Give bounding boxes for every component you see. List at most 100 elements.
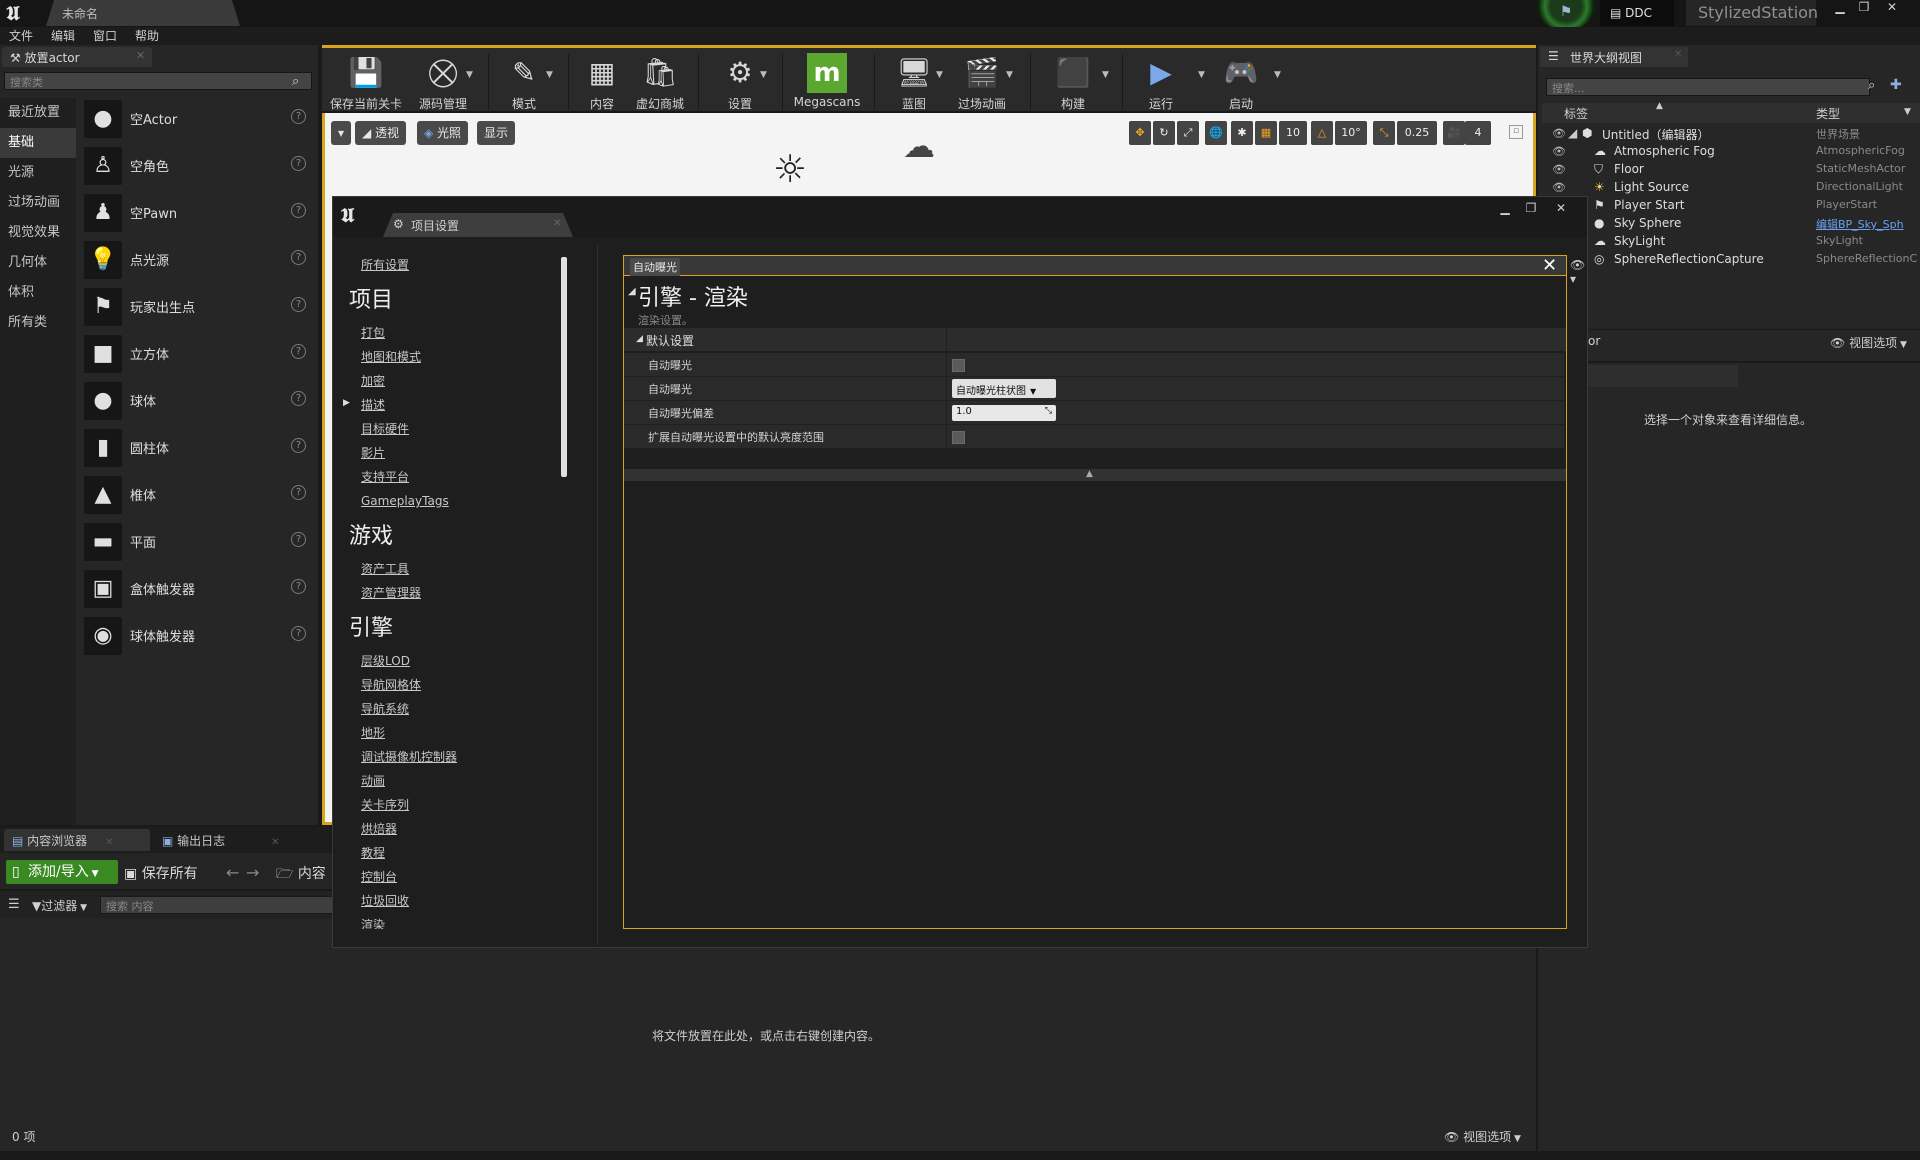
add-actor-icon[interactable]: ✚	[1890, 77, 1902, 93]
actor-item-plane[interactable]: ▬ 平面?	[78, 518, 316, 565]
tab-close-icon[interactable]: ✕	[553, 218, 561, 229]
drag-spinner-icon[interactable]: ⤡	[1045, 406, 1052, 416]
settings-nav-scrollbar[interactable]	[561, 257, 567, 477]
tab-content-browser[interactable]: ▤ 内容浏览器 ✕	[4, 829, 150, 851]
rotation-snap-value[interactable]: 10°	[1335, 121, 1367, 145]
help-icon[interactable]: ?	[291, 344, 306, 359]
help-icon[interactable]: ?	[291, 438, 306, 453]
auto-exposure-bias-input[interactable]: 1.0 ⤡	[952, 405, 1056, 421]
place-actors-tab[interactable]: ⚒ 放置actor	[2, 47, 152, 67]
nav-movies[interactable]: 影片	[361, 441, 541, 465]
actor-item-cube[interactable]: ■ 立方体?	[78, 330, 316, 377]
extend-luminance-range-checkbox[interactable]	[952, 431, 965, 444]
collapse-arrow-icon[interactable]: ◢	[628, 286, 636, 297]
column-type-header[interactable]: 类型	[1816, 105, 1840, 122]
rotate-tool-icon[interactable]: ↻	[1153, 121, 1175, 145]
grid-snap-value[interactable]: 10	[1279, 121, 1307, 145]
maximize-icon[interactable]: ❐	[1852, 0, 1876, 16]
outliner-row-light-source[interactable]: 👁 ☀ Light Source DirectionalLight	[1542, 179, 1920, 197]
modes-dropdown-icon[interactable]: ▼	[546, 70, 553, 80]
nav-landscape[interactable]: 地形	[361, 721, 541, 745]
settings-button[interactable]: ⚙ 设置	[712, 53, 768, 113]
nav-animation[interactable]: 动画	[361, 769, 541, 793]
history-back-icon[interactable]: ←	[226, 863, 239, 882]
marketplace-button[interactable]: 🛍 虚幻商城	[632, 53, 688, 113]
play-button[interactable]: ▶ 运行	[1130, 53, 1192, 113]
cinematics-dropdown-icon[interactable]: ▼	[1006, 70, 1013, 80]
actor-item-empty-actor[interactable]: ● 空Actor?	[78, 95, 316, 142]
nav-console[interactable]: 控制台	[361, 865, 541, 889]
nav-navmesh[interactable]: 导航网格体	[361, 673, 541, 697]
actor-item-cone[interactable]: ▲ 椎体?	[78, 471, 316, 518]
nav-encryption[interactable]: 加密	[361, 369, 541, 393]
nav-packaging[interactable]: 打包	[361, 321, 541, 345]
scale-snap-icon[interactable]: ⤡	[1373, 121, 1395, 145]
filters-button[interactable]: ▼过滤器 ▼	[32, 897, 87, 914]
nav-tutorials[interactable]: 教程	[361, 841, 541, 865]
project-settings-tab[interactable]: ⚙ 项目设置 ✕	[383, 213, 573, 237]
help-icon[interactable]: ?	[291, 485, 306, 500]
blueprints-dropdown-icon[interactable]: ▼	[936, 70, 943, 80]
edit-blueprint-link[interactable]: 编辑BP_Sky_Sph	[1816, 216, 1904, 232]
translate-tool-icon[interactable]: ✥	[1129, 121, 1151, 145]
perspective-button[interactable]: ◢ 透视	[355, 121, 407, 145]
nav-description[interactable]: 描述	[361, 393, 541, 417]
outliner-row-player-start[interactable]: ⚑ Player Start PlayerStart	[1542, 197, 1920, 215]
actor-item-cylinder[interactable]: ▮ 圆柱体?	[78, 424, 316, 471]
outliner-row-sky-sphere[interactable]: ● Sky Sphere 编辑BP_Sky_Sph	[1542, 215, 1920, 233]
expand-arrow-icon[interactable]: ▶	[343, 398, 350, 408]
cinematics-button[interactable]: 🎬 过场动画	[950, 53, 1014, 113]
tab-close-icon[interactable]: ✕	[105, 837, 113, 848]
nav-asset-tools[interactable]: 资产工具	[361, 557, 541, 581]
sources-toggle-icon[interactable]: ☰	[8, 897, 20, 912]
place-actors-search-input[interactable]: 搜索类	[4, 72, 312, 90]
viewport-options-dropdown-icon[interactable]: ▾	[331, 121, 351, 145]
nav-target-hardware[interactable]: 目标硬件	[361, 417, 541, 441]
source-control-status-icon[interactable]: ⚑	[1556, 4, 1576, 22]
actor-item-sphere-trigger[interactable]: ◉ 球体触发器?	[78, 612, 316, 659]
nav-garbage-collection[interactable]: 垃圾回收	[361, 889, 541, 913]
auto-exposure-method-dropdown[interactable]: 自动曝光柱状图 ▼	[952, 379, 1056, 398]
settings-search-field[interactable]: 自动曝光 ✕	[624, 256, 1566, 276]
ddc-badge[interactable]: ▤ DDC	[1600, 0, 1674, 26]
view-options-eye-icon[interactable]: 👁▾	[1570, 258, 1585, 286]
help-icon[interactable]: ?	[291, 532, 306, 547]
content-search-input[interactable]: 搜索 内容	[100, 896, 334, 914]
nav-all-settings[interactable]: 所有设置	[361, 253, 541, 277]
category-recent[interactable]: 最近放置	[0, 98, 76, 128]
build-dropdown-icon[interactable]: ▼	[1102, 70, 1109, 80]
world-outliner-tab[interactable]: ☰ 世界大纲视图	[1540, 47, 1688, 67]
outliner-row-floor[interactable]: 👁 ⛉ Floor StaticMeshActor	[1542, 161, 1920, 179]
help-icon[interactable]: ?	[291, 109, 306, 124]
menu-window[interactable]: 窗口	[84, 27, 126, 45]
rotation-snap-icon[interactable]: △	[1311, 121, 1333, 145]
clear-search-icon[interactable]: ✕	[1542, 256, 1557, 276]
menu-help[interactable]: 帮助	[126, 27, 168, 45]
nav-maps-modes[interactable]: 地图和模式	[361, 345, 541, 369]
nav-level-sequence[interactable]: 关卡序列	[361, 793, 541, 817]
launch-button[interactable]: 🎮 启动	[1210, 53, 1272, 113]
search-icon[interactable]: ⌕	[292, 74, 308, 89]
category-basic[interactable]: 基础	[0, 128, 76, 158]
save-current-level-button[interactable]: 💾 保存当前关卡	[328, 53, 404, 113]
help-icon[interactable]: ?	[291, 203, 306, 218]
help-icon[interactable]: ?	[291, 156, 306, 171]
save-all-button[interactable]: ▣ 保存所有	[124, 863, 198, 883]
category-all-classes[interactable]: 所有类	[0, 308, 76, 338]
category-cinematic[interactable]: 过场动画	[0, 188, 76, 218]
minimize-icon[interactable]: ▁	[1828, 0, 1852, 16]
outliner-view-options-button[interactable]: 👁 视图选项 ▼	[1830, 334, 1907, 351]
auto-exposure-checkbox[interactable]	[952, 359, 965, 372]
category-volumes[interactable]: 体积	[0, 278, 76, 308]
source-control-button[interactable]: ⛒ 源码管理	[412, 53, 474, 113]
help-icon[interactable]: ?	[291, 626, 306, 641]
actor-item-sphere[interactable]: ● 球体?	[78, 377, 316, 424]
view-options-button[interactable]: 👁 视图选项 ▼	[1444, 1128, 1521, 1145]
tab-output-log[interactable]: ▣ 输出日志 ✕	[154, 829, 304, 851]
help-icon[interactable]: ?	[291, 579, 306, 594]
category-lights[interactable]: 光源	[0, 158, 76, 188]
megascans-button[interactable]: m Megascans	[792, 53, 862, 113]
maximize-icon[interactable]: ❐	[1519, 201, 1543, 217]
maximize-viewport-icon[interactable]: ▫	[1509, 125, 1523, 139]
help-icon[interactable]: ?	[291, 391, 306, 406]
